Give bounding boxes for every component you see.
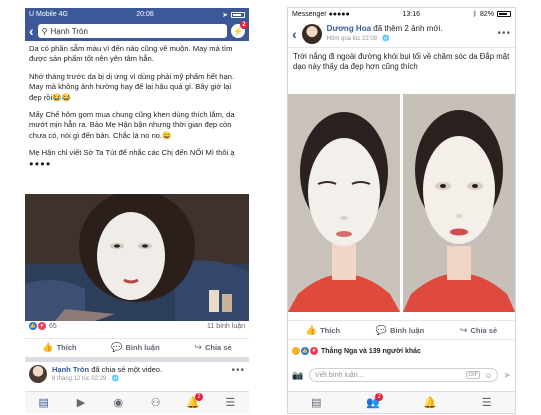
post-header: ‹ Dương Hoa đã thêm 2 ảnh mới. Hôm qua l… xyxy=(288,20,515,48)
thumbs-up-icon: 👍 xyxy=(42,342,54,352)
status-bar: Messenger ●●●●● 13:16 ᛒ 82% xyxy=(288,8,515,20)
see-more-dots[interactable]: ●●●● xyxy=(29,159,51,168)
comment-button[interactable]: 💬 Bình luận xyxy=(376,325,424,336)
haha-reaction-icon xyxy=(292,347,300,355)
status-icons: ➤ xyxy=(222,11,245,19)
like-button[interactable]: 👍 Thích xyxy=(42,342,76,353)
share-button[interactable]: ↪ Chia sẻ xyxy=(460,325,497,336)
like-button[interactable]: 👍 Thích xyxy=(306,325,340,336)
search-icon: ⚲ xyxy=(41,26,48,36)
post-author-line: Dương Hoa đã thêm 2 ảnh mới. Hôm qua lúc… xyxy=(326,23,443,42)
post-timestamp: 8 tháng 12 lúc 02:29 · 🌐 xyxy=(52,376,120,382)
send-icon[interactable]: ➤ xyxy=(503,370,511,381)
post-actions: 👍 Thích 💬 Bình luận ↪ Chia sẻ xyxy=(288,320,515,340)
status-icons: ᛒ 82% xyxy=(473,11,511,18)
search-query: Hạnh Tròn xyxy=(50,26,88,36)
comment-button[interactable]: 💬 Bình luận xyxy=(111,342,159,353)
back-arrow-icon[interactable]: ‹ xyxy=(29,24,34,38)
share-arrow-icon: ↪ xyxy=(459,324,468,335)
notification-badge: 2 xyxy=(375,392,384,401)
messenger-icon[interactable]: ⚡ 2 xyxy=(231,21,248,38)
author-name[interactable]: Hạnh Tròn xyxy=(52,365,89,374)
reactions-text: Thắng Nga và 139 người khác xyxy=(321,347,421,355)
post-timestamp: Hôm qua lúc 22:08 · 🌐 xyxy=(326,35,390,42)
search-input[interactable]: ⚲ Hạnh Tròn xyxy=(37,24,227,38)
comment-placeholder: Viết bình luận... xyxy=(315,371,364,379)
groups-tab-icon[interactable]: ⚇ xyxy=(147,394,165,412)
more-options-icon[interactable]: ••• xyxy=(231,365,245,376)
like-reaction-icon: 👍 xyxy=(29,322,37,330)
reactions-summary[interactable]: 👍 ♥ Thắng Nga và 139 người khác xyxy=(292,347,511,355)
avatar[interactable] xyxy=(29,365,47,383)
author-name[interactable]: Dương Hoa xyxy=(327,24,371,33)
post-photo-1[interactable] xyxy=(288,94,400,312)
carrier-label: U Mobile 4G xyxy=(29,11,68,18)
bottom-tab-bar: ▤ ▶ ◉ ⚇ 🔔 2 ☰ xyxy=(25,391,249,413)
comment-icon: 💬 xyxy=(375,324,388,335)
reaction-icons: 👍 ♥ 65 xyxy=(29,322,57,330)
share-button[interactable]: ↪ Chia sẻ xyxy=(194,342,231,353)
clock: 20:06 xyxy=(136,11,154,18)
selfie-face-mask-image xyxy=(25,194,249,321)
menu-hamburger-icon[interactable]: ☰ xyxy=(221,394,239,412)
reaction-icons: 👍 ♥ xyxy=(292,347,318,355)
reactions-summary[interactable]: 👍 ♥ 65 11 bình luận xyxy=(29,322,245,330)
post-paragraph: Mấy Chế hôm gom mua chung cũng khen dùng… xyxy=(29,110,235,140)
battery-icon xyxy=(230,11,245,18)
feed-divider xyxy=(25,357,249,362)
post-paragraph: Da có phần sẫm màu vì đến nào cũng về mu… xyxy=(29,44,233,64)
watch-tab-icon[interactable]: ▶ xyxy=(72,394,90,412)
notification-badge: 2 xyxy=(194,392,203,401)
more-options-icon[interactable]: ••• xyxy=(497,28,511,39)
bottom-tab-bar: ▤ 👥 2 🔔 ☰ xyxy=(288,391,515,413)
face-mask-photo-2 xyxy=(403,94,515,312)
camera-icon[interactable]: 📷 xyxy=(292,370,304,380)
thumbs-up-icon: 👍 xyxy=(305,324,318,335)
carrier-label: Messenger ●●●●● xyxy=(292,10,350,18)
post-photo[interactable] xyxy=(25,194,249,321)
location-icon: ➤ xyxy=(222,11,228,19)
battery-icon xyxy=(497,11,511,17)
notifications-bell-icon[interactable]: 🔔 xyxy=(421,394,439,412)
like-reaction-icon: 👍 xyxy=(301,347,309,355)
next-post-title: Hạnh Tròn đã chia sẻ một video. 8 tháng … xyxy=(52,365,163,382)
post-actions: 👍 Thích 💬 Bình luận ↪ Chia sẻ xyxy=(25,338,249,356)
gif-button[interactable]: GIF xyxy=(466,371,481,379)
reaction-count: 65 xyxy=(49,322,57,330)
comment-input[interactable]: Viết bình luận... GIF ☺ xyxy=(309,368,499,382)
friend-requests-tab-icon[interactable]: 👥 2 xyxy=(364,392,384,412)
next-feed-post-header[interactable]: Hạnh Tròn đã chia sẻ một video. 8 tháng … xyxy=(29,365,245,383)
bluetooth-icon: ᛒ xyxy=(472,10,477,18)
comment-icon: 💬 xyxy=(111,342,123,352)
post-body: Da có phần sẫm màu vì đến nào cũng về mu… xyxy=(25,41,249,169)
love-reaction-icon: ♥ xyxy=(38,322,46,330)
left-phone-screen: U Mobile 4G 20:06 ➤ ‹ ⚲ Hạnh Tròn ⚡ 2 Da… xyxy=(25,8,249,413)
avatar[interactable] xyxy=(301,23,322,44)
clock: 13:16 xyxy=(402,10,421,18)
battery-percent: 82% xyxy=(479,10,494,18)
menu-hamburger-icon[interactable]: ☰ xyxy=(478,394,496,412)
post-paragraph: Mẹ Hận chỉ viết Sờ Ta Tút để nhắc các Ch… xyxy=(29,148,235,168)
search-bar: ‹ ⚲ Hạnh Tròn ⚡ 2 xyxy=(25,21,249,41)
post-caption: Trời nắng đi ngoài đường khói bụi tối về… xyxy=(293,52,510,71)
face-mask-photo-1 xyxy=(288,94,400,312)
news-feed-tab-icon[interactable]: ▤ xyxy=(307,394,325,412)
news-feed-tab-icon[interactable]: ▤ xyxy=(35,394,53,412)
love-reaction-icon: ♥ xyxy=(310,347,318,355)
comment-count[interactable]: 11 bình luận xyxy=(207,323,245,330)
profile-tab-icon[interactable]: ◉ xyxy=(109,394,127,412)
notifications-bell-icon[interactable]: 🔔 2 xyxy=(184,392,203,412)
emoji-icon[interactable]: ☺ xyxy=(484,371,492,380)
right-phone-screen: Messenger ●●●●● 13:16 ᛒ 82% ‹ Dương Hoa … xyxy=(288,8,515,413)
messenger-badge: 2 xyxy=(240,21,248,29)
share-arrow-icon: ↪ xyxy=(194,342,202,352)
back-arrow-icon[interactable]: ‹ xyxy=(292,26,297,42)
comment-composer: 📷 Viết bình luận... GIF ☺ ➤ xyxy=(292,368,511,382)
status-bar: U Mobile 4G 20:06 ➤ xyxy=(25,8,249,21)
post-photo-2[interactable] xyxy=(403,94,515,312)
post-paragraph: Nhớ tháng trước da bị dị ứng vì dùng phả… xyxy=(29,71,235,102)
